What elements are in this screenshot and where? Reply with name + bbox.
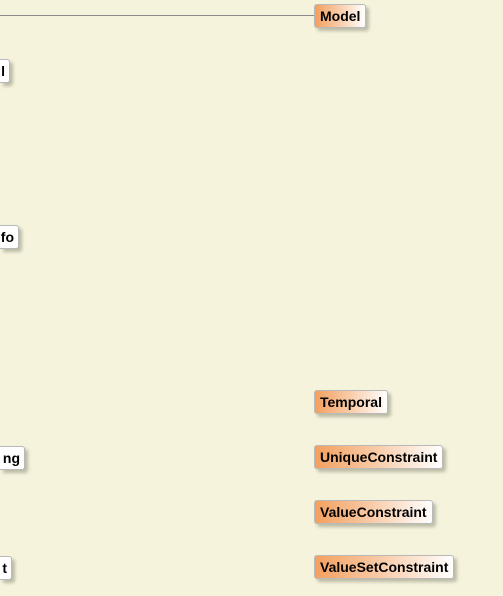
- node-unique-constraint[interactable]: UniqueConstraint: [314, 445, 444, 469]
- node-partial-row3[interactable]: ng: [0, 446, 25, 470]
- node-value-constraint[interactable]: ValueConstraint: [314, 500, 433, 524]
- node-temporal[interactable]: Temporal: [314, 390, 388, 414]
- node-partial-row4[interactable]: t: [0, 556, 12, 580]
- node-partial-row1[interactable]: l: [0, 59, 10, 83]
- node-partial-row2[interactable]: fo: [0, 225, 19, 249]
- node-model[interactable]: Model: [314, 4, 367, 28]
- node-value-set-constraint[interactable]: ValueSetConstraint: [314, 555, 455, 579]
- connector-line: [0, 15, 316, 16]
- diagram-canvas: Model Temporal UniqueConstraint ValueCon…: [0, 0, 503, 596]
